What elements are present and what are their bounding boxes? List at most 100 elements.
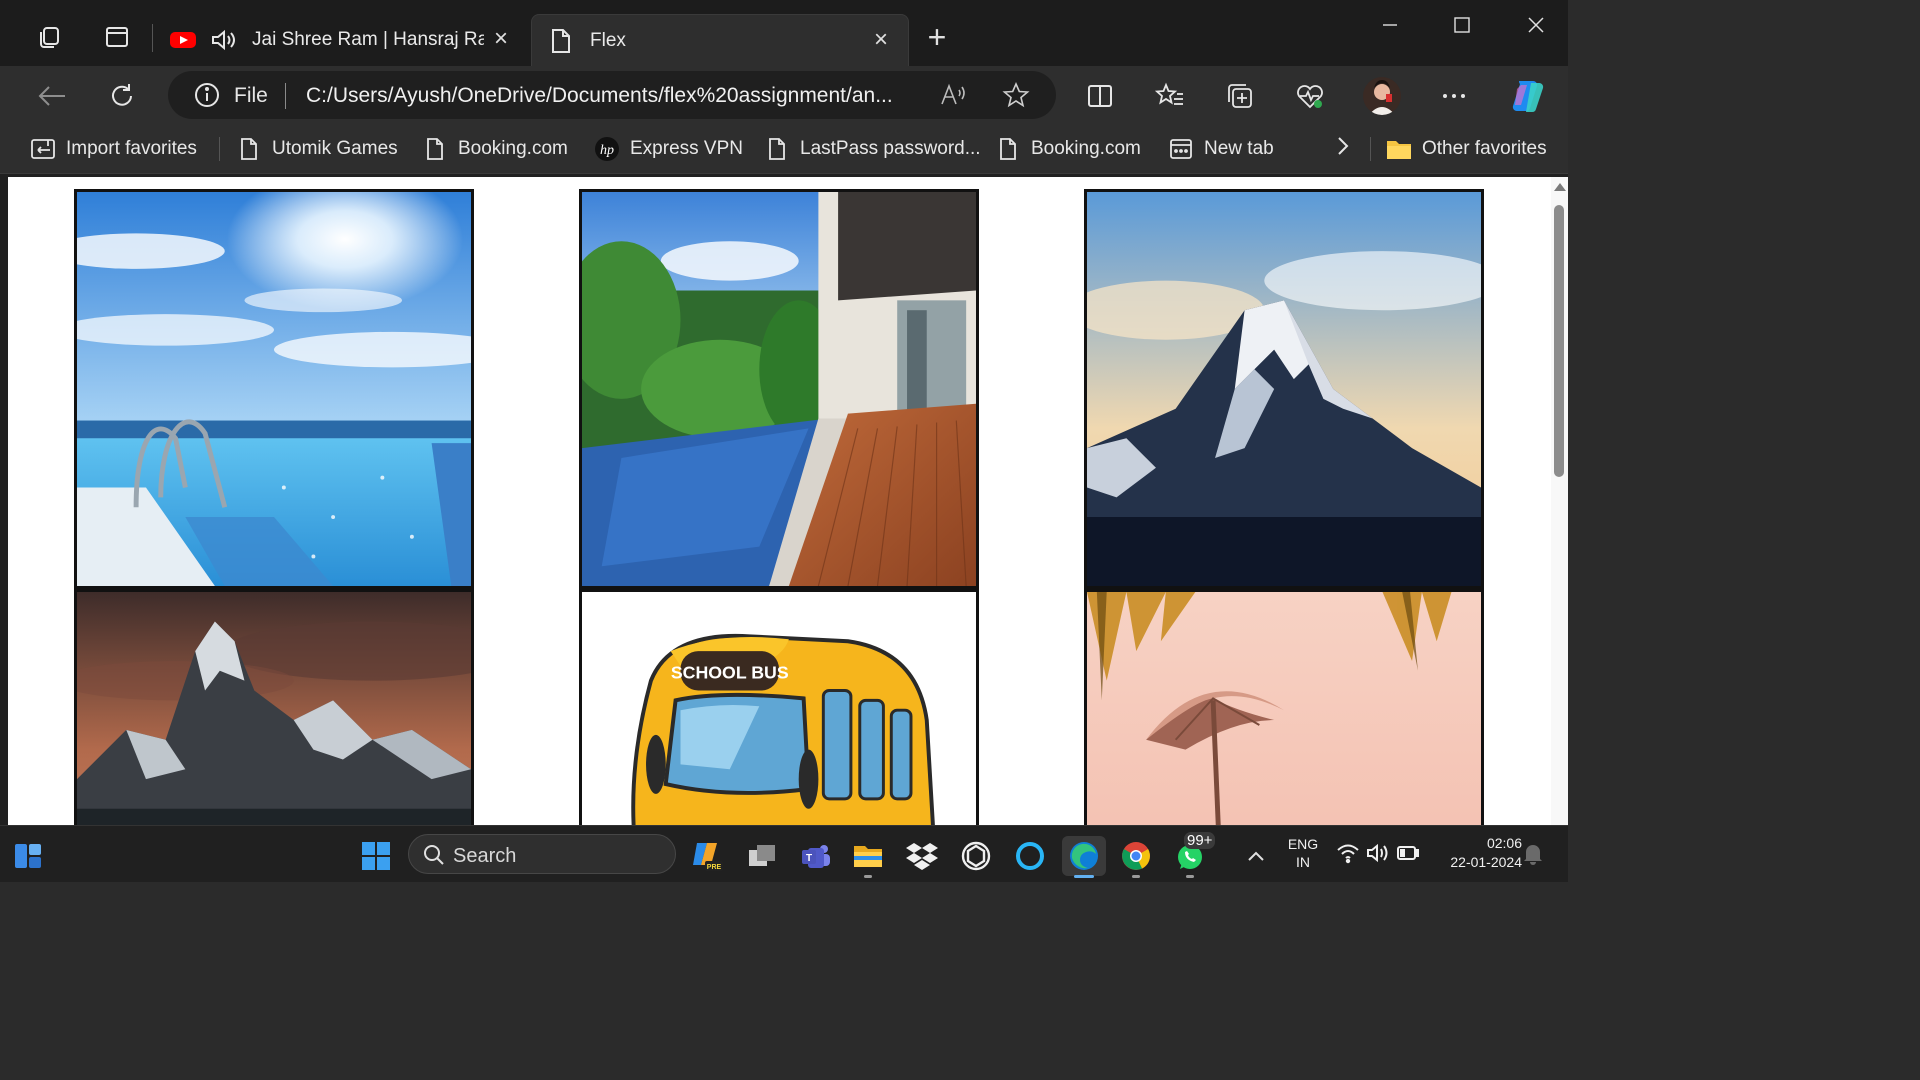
split-screen-icon[interactable]	[1082, 78, 1118, 114]
pool-sky-image	[74, 189, 474, 589]
close-tab-icon[interactable]: ×	[868, 26, 894, 53]
info-icon[interactable]	[194, 82, 220, 113]
favorites-icon[interactable]	[1152, 78, 1188, 114]
tab-divider	[152, 24, 153, 52]
back-button[interactable]	[34, 78, 70, 114]
fav-new-tab[interactable]: New tab	[1168, 134, 1274, 164]
scheme-label: File	[234, 84, 268, 107]
clock-date: 22-01-2024	[1450, 854, 1522, 870]
edge-icon[interactable]	[1062, 836, 1106, 876]
taskbar: Search PRE T 99+ ENG IN 02:06 22-01-2024	[0, 825, 1568, 882]
chevron-right-icon	[1334, 134, 1352, 164]
url-text[interactable]: C:/Users/Ayush/OneDrive/Documents/flex%2…	[306, 84, 893, 108]
scroll-up-arrow-icon[interactable]	[1554, 183, 1566, 191]
folder-icon	[1386, 136, 1412, 162]
svg-text:PRE: PRE	[707, 864, 722, 871]
import-icon	[30, 136, 56, 162]
running-indicator	[1186, 875, 1194, 878]
page-icon	[764, 136, 790, 162]
profile-avatar[interactable]	[1362, 76, 1402, 116]
favorites-bar: Import favorites Utomik Games Booking.co…	[0, 124, 1568, 174]
close-window-button[interactable]	[1516, 10, 1556, 40]
search-icon	[423, 844, 445, 871]
speaker-icon[interactable]	[210, 28, 238, 58]
beach-umbrella-image	[1084, 589, 1484, 825]
browser-window: Jai Shree Ram | Hansraj Rag × Flex × + F…	[0, 0, 1568, 825]
address-divider	[285, 83, 286, 109]
favorite-star-icon[interactable]	[1002, 81, 1030, 114]
language-indicator[interactable]: ENG IN	[1284, 836, 1322, 870]
vertical-scrollbar[interactable]	[1551, 177, 1568, 825]
fav-label: Express VPN	[630, 138, 743, 159]
collections-icon[interactable]	[1222, 78, 1258, 114]
maximize-button[interactable]	[1442, 10, 1482, 40]
mountain-range-image	[74, 589, 474, 825]
page-icon	[422, 136, 448, 162]
fav-label: New tab	[1204, 138, 1274, 159]
lang-bottom: IN	[1296, 854, 1310, 870]
more-options-icon[interactable]	[1436, 78, 1472, 114]
fav-lastpass[interactable]: LastPass password...	[764, 134, 981, 164]
page-icon	[550, 28, 572, 60]
read-aloud-icon[interactable]	[940, 82, 970, 113]
chrome-icon[interactable]	[1116, 836, 1156, 876]
minimize-button[interactable]	[1370, 10, 1410, 40]
copilot-icon[interactable]	[1508, 76, 1550, 116]
volume-icon[interactable]	[1366, 842, 1390, 869]
svg-text:T: T	[806, 853, 812, 864]
tab-youtube[interactable]: Jai Shree Ram | Hansraj Rag ×	[160, 14, 530, 66]
active-indicator	[1074, 875, 1094, 878]
tab-actions-icon[interactable]	[100, 20, 134, 54]
tab-flex[interactable]: Flex ×	[531, 14, 909, 66]
widgets-icon[interactable]	[8, 836, 48, 876]
other-favorites-label: Other favorites	[1422, 138, 1547, 159]
mountain-peak-image	[1084, 189, 1484, 589]
clock[interactable]: 02:06 22-01-2024	[1430, 835, 1522, 870]
fav-label: Utomik Games	[272, 138, 398, 159]
fav-import-favorites[interactable]: Import favorites	[30, 134, 197, 164]
task-view-icon[interactable]	[742, 836, 782, 876]
browser-essentials-icon[interactable]	[1292, 78, 1328, 114]
tab-label: Flex	[590, 30, 626, 51]
lang-top: ENG	[1287, 836, 1319, 852]
scroll-thumb[interactable]	[1554, 205, 1564, 477]
close-tab-icon[interactable]: ×	[488, 25, 514, 52]
navigation-bar: File C:/Users/Ayush/OneDrive/Documents/f…	[0, 66, 1568, 124]
copilot-pre-icon[interactable]: PRE	[688, 836, 728, 876]
running-indicator	[1132, 875, 1140, 878]
file-explorer-icon[interactable]	[848, 836, 888, 876]
cortana-icon[interactable]	[1010, 836, 1050, 876]
start-icon[interactable]	[356, 836, 396, 876]
fav-utomik-games[interactable]: Utomik Games	[236, 134, 398, 164]
workspaces-icon[interactable]	[32, 20, 66, 54]
fav-label: Booking.com	[1031, 138, 1141, 159]
page-icon	[236, 136, 262, 162]
other-favorites-folder[interactable]: Other favorites	[1386, 134, 1547, 164]
youtube-icon	[170, 30, 196, 56]
page-icon	[995, 136, 1021, 162]
fav-label: Booking.com	[458, 138, 568, 159]
notification-bell-icon[interactable]	[1522, 842, 1544, 871]
refresh-button[interactable]	[104, 78, 140, 114]
fav-booking-com-2[interactable]: Booking.com	[995, 134, 1141, 164]
battery-icon[interactable]	[1396, 844, 1420, 867]
running-indicator	[864, 875, 872, 878]
tab-bar: Jai Shree Ram | Hansraj Rag × Flex × +	[0, 0, 1568, 66]
clock-time: 02:06	[1486, 835, 1522, 851]
wifi-icon[interactable]	[1336, 842, 1360, 869]
dropbox-icon[interactable]	[902, 836, 942, 876]
taskbar-search[interactable]: Search	[408, 834, 676, 874]
tab-label: Jai Shree Ram | Hansraj Rag	[252, 29, 484, 50]
fav-label: Import favorites	[66, 138, 197, 159]
address-bar[interactable]: File C:/Users/Ayush/OneDrive/Documents/f…	[168, 71, 1056, 119]
teams-icon[interactable]: T	[796, 836, 836, 876]
svg-text:hp: hp	[600, 143, 614, 158]
newtab-icon	[1168, 136, 1194, 162]
more-favorites-button[interactable]	[1334, 134, 1352, 164]
chevron-up-icon[interactable]	[1238, 836, 1274, 876]
chatgpt-icon[interactable]	[956, 836, 996, 876]
fav-express-vpn[interactable]: hp Express VPN	[594, 134, 743, 164]
hp-icon: hp	[594, 136, 620, 162]
new-tab-button[interactable]: +	[922, 21, 952, 53]
fav-booking-com[interactable]: Booking.com	[422, 134, 568, 164]
